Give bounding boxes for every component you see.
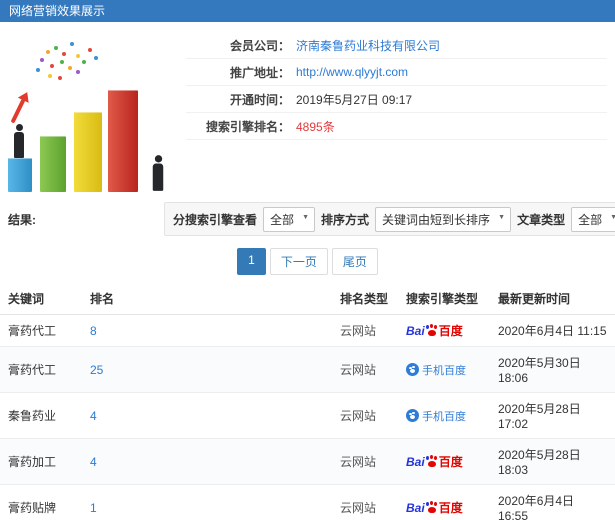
chart-bar-red	[108, 90, 138, 192]
table-row: 膏药代工 8 云网站 Bai 百度 2020年6月4日 11:15	[0, 314, 615, 347]
filter-bar: 分搜索引擎查看 全部 排序方式 关键词由短到长排序 文章类型 全部 提交	[164, 202, 615, 236]
article-type-label: 文章类型	[517, 212, 566, 227]
engine-cell: Bai 百度	[398, 438, 490, 485]
updated-cell: 2020年6月4日 16:55	[490, 484, 615, 520]
last-page-button[interactable]: 尾页	[331, 248, 378, 275]
keyword-cell: 膏药代工	[0, 346, 82, 393]
mobile-baidu-logo: 手机百度	[406, 362, 466, 377]
baidu-logo: Bai 百度	[406, 501, 463, 515]
rank-count-value: 4895条	[296, 119, 335, 134]
growth-arrow-icon	[10, 98, 26, 124]
table-row: 膏药加工 4 云网站 Bai 百度 2020年5月28日 18:03	[0, 438, 615, 485]
engine-cell: Bai 百度	[398, 314, 490, 347]
table-row: 膏药贴牌 1 云网站 Bai 百度 2020年6月4日 16:55	[0, 484, 615, 520]
info-row-company: 会员公司： 济南秦鲁药业科技有限公司	[186, 32, 607, 59]
engine-cell: 手机百度	[398, 392, 490, 439]
article-type-select[interactable]: 全部	[571, 206, 615, 232]
header-rank-type: 排名类型	[332, 283, 398, 315]
table-header-row: 关键词 排名 排名类型 搜索引擎类型 最新更新时间	[0, 283, 615, 315]
businessman-figure-right	[152, 155, 165, 191]
baidu-text-bai: Bai	[406, 455, 425, 469]
engine-cell: Bai 百度	[398, 484, 490, 520]
updated-cell: 2020年6月4日 11:15	[490, 314, 615, 347]
opened-time: 2019年5月27日 09:17	[296, 92, 413, 107]
baidu-text-du: 百度	[438, 324, 463, 338]
rank-link[interactable]: 4	[82, 392, 332, 439]
company-link[interactable]: 济南秦鲁药业科技有限公司	[296, 37, 440, 54]
updated-cell: 2020年5月28日 18:03	[490, 438, 615, 485]
header-engine-type: 搜索引擎类型	[398, 283, 490, 315]
baidu-text-bai: Bai	[406, 501, 425, 515]
title-bar: 网络营销效果展示	[0, 0, 615, 22]
rank-link[interactable]: 25	[82, 346, 332, 393]
next-page-button[interactable]: 下一页	[269, 248, 328, 275]
table-row: 秦鲁药业 4 云网站 手机百度 2020年5月28日 17:02	[0, 392, 615, 439]
rank-type-cell: 云网站	[332, 314, 398, 347]
hero-illustration	[0, 36, 180, 194]
rank-count-label: 搜索引擎排名：	[205, 119, 290, 134]
header-keyword: 关键词	[0, 283, 82, 315]
chart-bar-green	[40, 136, 66, 192]
page: 网络营销效果展示 会员公司： 济南秦鲁药业科技有限公司 推广地址： http:/…	[0, 0, 615, 520]
info-row-opened: 开通时间： 2019年5月27日 09:17	[186, 86, 607, 113]
rank-link[interactable]: 4	[82, 438, 332, 485]
mobile-baidu-label: 手机百度	[422, 364, 466, 377]
keyword-cell: 膏药代工	[0, 314, 82, 347]
mobile-baidu-paw-icon	[406, 362, 419, 376]
member-info-panel: 会员公司： 济南秦鲁药业科技有限公司 推广地址： http://www.qlyy…	[186, 32, 607, 140]
header-rank: 排名	[82, 283, 332, 315]
baidu-text-du: 百度	[438, 455, 463, 469]
confetti-dots-icon	[46, 50, 50, 54]
baidu-text-bai: Bai	[406, 324, 425, 338]
updated-cell: 2020年5月28日 17:02	[490, 392, 615, 439]
businessman-figure-left	[13, 124, 25, 158]
baidu-paw-icon	[425, 325, 438, 337]
keyword-cell: 膏药贴牌	[0, 484, 82, 520]
promotion-url-link[interactable]: http://www.qlyyjt.com	[296, 65, 408, 79]
page-number-current[interactable]: 1	[237, 248, 266, 275]
opened-label: 开通时间：	[229, 92, 290, 107]
chart-bar-yellow	[74, 112, 102, 192]
rank-type-cell: 云网站	[332, 346, 398, 393]
keyword-cell: 秦鲁药业	[0, 392, 82, 439]
rank-link[interactable]: 8	[82, 314, 332, 347]
mobile-baidu-logo: 手机百度	[406, 408, 466, 423]
engine-cell: 手机百度	[398, 346, 490, 393]
results-label: 结果:	[8, 212, 36, 227]
ranking-table: 关键词 排名 排名类型 搜索引擎类型 最新更新时间 膏药代工 8 云网站 Bai…	[0, 283, 615, 520]
baidu-paw-icon	[425, 502, 438, 514]
chart-bar-blue	[8, 158, 32, 192]
table-row: 膏药代工 25 云网站 手机百度 2020年5月30日 18:06	[0, 346, 615, 393]
results-section: 结果: 分搜索引擎查看 全部 排序方式 关键词由短到长排序 文章类型 全部 提交	[8, 202, 615, 236]
hero-section: 会员公司： 济南秦鲁药业科技有限公司 推广地址： http://www.qlyy…	[0, 32, 615, 194]
engine-filter-select[interactable]: 全部	[263, 206, 316, 232]
page-title: 网络营销效果展示	[9, 4, 106, 18]
table-body: 膏药代工 8 云网站 Bai 百度 2020年6月4日 11:15 膏药代工 25…	[0, 314, 615, 520]
info-row-url: 推广地址： http://www.qlyyjt.com	[186, 59, 607, 86]
pagination: 1 下一页 尾页	[0, 248, 615, 275]
mobile-baidu-label: 手机百度	[422, 410, 466, 423]
sort-filter-select[interactable]: 关键词由短到长排序	[375, 206, 512, 232]
info-row-rank-count: 搜索引擎排名： 4895条	[186, 113, 607, 140]
engine-filter-label: 分搜索引擎查看	[173, 212, 258, 227]
mobile-baidu-paw-icon	[406, 408, 419, 422]
baidu-text-du: 百度	[438, 501, 463, 515]
baidu-logo: Bai 百度	[406, 324, 463, 338]
url-label: 推广地址：	[229, 65, 290, 80]
company-label: 会员公司：	[229, 38, 290, 53]
keyword-cell: 膏药加工	[0, 438, 82, 485]
rank-type-cell: 云网站	[332, 484, 398, 520]
updated-cell: 2020年5月30日 18:06	[490, 346, 615, 393]
rank-type-cell: 云网站	[332, 438, 398, 485]
rank-link[interactable]: 1	[82, 484, 332, 520]
header-updated: 最新更新时间	[490, 283, 615, 315]
rank-type-cell: 云网站	[332, 392, 398, 439]
sort-filter-label: 排序方式	[321, 212, 370, 227]
baidu-paw-icon	[425, 456, 438, 468]
baidu-logo: Bai 百度	[406, 455, 463, 469]
